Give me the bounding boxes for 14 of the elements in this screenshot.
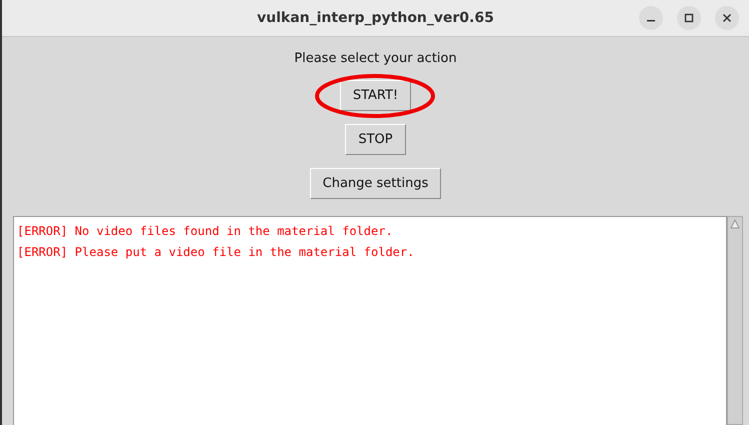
action-button[interactable]: STOP [345, 124, 406, 155]
scrollbar[interactable] [727, 216, 743, 425]
minimize-button[interactable] [639, 6, 663, 30]
prompt-label: Please select your action [294, 51, 457, 66]
log-line: [ERROR] No video files found in the material folder. [17, 223, 394, 240]
action-button[interactable]: START! [340, 80, 412, 111]
maximize-button[interactable] [677, 6, 701, 30]
close-button[interactable] [715, 6, 739, 30]
window-title: vulkan_interp_python_ver0.65 [257, 10, 494, 26]
close-icon [722, 13, 732, 23]
minimize-icon [647, 20, 655, 22]
action-button[interactable]: Change settings [310, 168, 442, 199]
log-line: [ERROR] Please put a video file in the material folder. [17, 244, 416, 261]
maximize-icon [684, 13, 694, 23]
